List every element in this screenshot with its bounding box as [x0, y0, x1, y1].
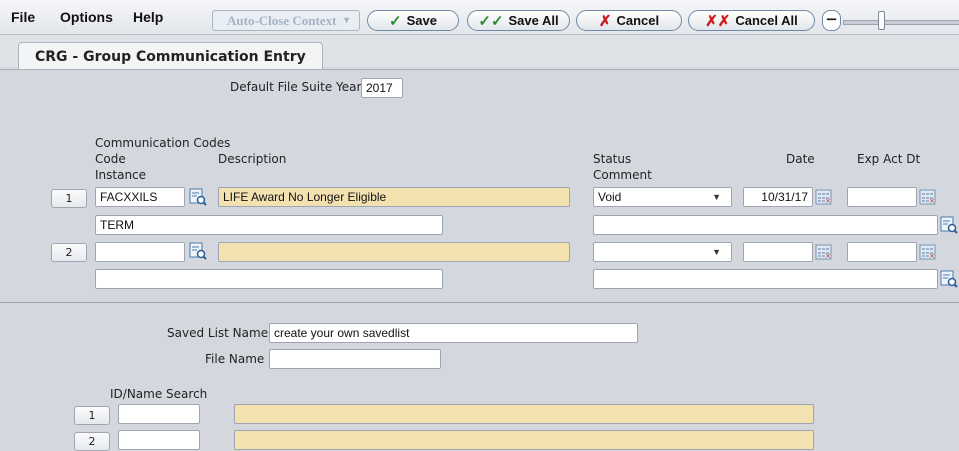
- search-lookup-icon[interactable]: [940, 270, 958, 288]
- cancel-all-button[interactable]: ✗✗ Cancel All: [688, 10, 815, 31]
- id-name-search-label: ID/Name Search: [110, 387, 208, 401]
- id-field[interactable]: [118, 430, 200, 450]
- double-check-icon: ✓✓: [478, 12, 504, 30]
- dropdown-caret-icon: ▼: [712, 192, 721, 202]
- col-header-status: Status: [593, 152, 632, 166]
- code-field[interactable]: FACXXILS: [95, 187, 185, 207]
- cancel-all-button-label: Cancel All: [735, 13, 798, 28]
- chevron-down-icon: ▼: [342, 15, 351, 25]
- save-button-label: Save: [406, 13, 437, 28]
- default-year-field[interactable]: 2017: [361, 78, 403, 98]
- auto-close-context-label: Auto-Close Context: [227, 13, 337, 28]
- svg-text:×: ×: [825, 197, 831, 205]
- col-header-exp-act-dt: Exp Act Dt: [857, 152, 921, 166]
- save-all-button-label: Save All: [508, 13, 559, 28]
- id-field[interactable]: [118, 404, 200, 424]
- saved-list-name-field[interactable]: create your own savedlist: [269, 323, 638, 343]
- exp-act-dt-field[interactable]: [847, 242, 917, 262]
- svg-text:×: ×: [929, 252, 935, 260]
- dropdown-caret-icon: ▼: [712, 247, 721, 257]
- tab-crg-group-communication-entry[interactable]: CRG - Group Communication Entry: [18, 42, 323, 70]
- default-year-label: Default File Suite Year: [230, 80, 362, 94]
- col-header-description: Description: [218, 152, 287, 166]
- menu-help[interactable]: Help: [133, 9, 163, 25]
- col-header-comment: Comment: [593, 168, 652, 182]
- status-select[interactable]: Void ▼: [593, 187, 732, 207]
- saved-list-name-label: Saved List Name: [167, 326, 269, 340]
- double-cross-icon: ✗✗: [705, 12, 731, 30]
- search-lookup-icon[interactable]: [940, 216, 958, 234]
- svg-text:×: ×: [825, 252, 831, 260]
- calendar-icon[interactable]: ×: [919, 188, 937, 206]
- comment-field[interactable]: [593, 215, 938, 235]
- instance-field[interactable]: [95, 269, 443, 289]
- save-button[interactable]: ✓ Save: [367, 10, 459, 31]
- section-divider: [0, 302, 959, 303]
- calendar-icon[interactable]: ×: [815, 188, 833, 206]
- file-name-field[interactable]: [269, 349, 441, 369]
- code-field[interactable]: [95, 242, 185, 262]
- auto-close-context-select[interactable]: Auto-Close Context ▼: [212, 10, 360, 31]
- date-field[interactable]: [743, 242, 813, 262]
- col-header-code: Code: [95, 152, 126, 166]
- menu-file[interactable]: File: [11, 9, 35, 25]
- col-header-date: Date: [786, 152, 815, 166]
- zoom-slider-thumb[interactable]: [878, 11, 885, 30]
- main-panel: Default File Suite Year 2017 Communicati…: [0, 69, 959, 451]
- description-field: LIFE Award No Longer Eligible: [218, 187, 570, 207]
- comment-field[interactable]: [593, 269, 938, 289]
- zoom-out-button[interactable]: −: [822, 10, 841, 31]
- instance-field[interactable]: TERM: [95, 215, 443, 235]
- description-field: [218, 242, 570, 262]
- cross-icon: ✗: [598, 12, 612, 30]
- status-select[interactable]: ▼: [593, 242, 732, 262]
- search-lookup-icon[interactable]: [189, 242, 207, 260]
- menu-options[interactable]: Options: [60, 9, 113, 25]
- svg-text:×: ×: [929, 197, 935, 205]
- cancel-button[interactable]: ✗ Cancel: [576, 10, 682, 31]
- name-field: [234, 430, 814, 450]
- calendar-icon[interactable]: ×: [815, 243, 833, 261]
- file-name-label: File Name: [205, 352, 265, 366]
- name-field: [234, 404, 814, 424]
- cancel-button-label: Cancel: [616, 13, 660, 28]
- search-lookup-icon[interactable]: [189, 188, 207, 206]
- calendar-icon[interactable]: ×: [919, 243, 937, 261]
- exp-act-dt-field[interactable]: [847, 187, 917, 207]
- id-row-number-button[interactable]: 1: [74, 406, 110, 425]
- id-row-number-button[interactable]: 2: [74, 432, 110, 451]
- status-select-value: Void: [598, 190, 622, 204]
- col-header-instance: Instance: [95, 168, 147, 182]
- zoom-slider-track[interactable]: [843, 20, 959, 25]
- check-icon: ✓: [389, 12, 402, 30]
- save-all-button[interactable]: ✓✓ Save All: [467, 10, 570, 31]
- date-field[interactable]: 10/31/17: [743, 187, 813, 207]
- section-title: Communication Codes: [95, 136, 231, 150]
- row-number-button[interactable]: 2: [51, 243, 87, 262]
- row-number-button[interactable]: 1: [51, 189, 87, 208]
